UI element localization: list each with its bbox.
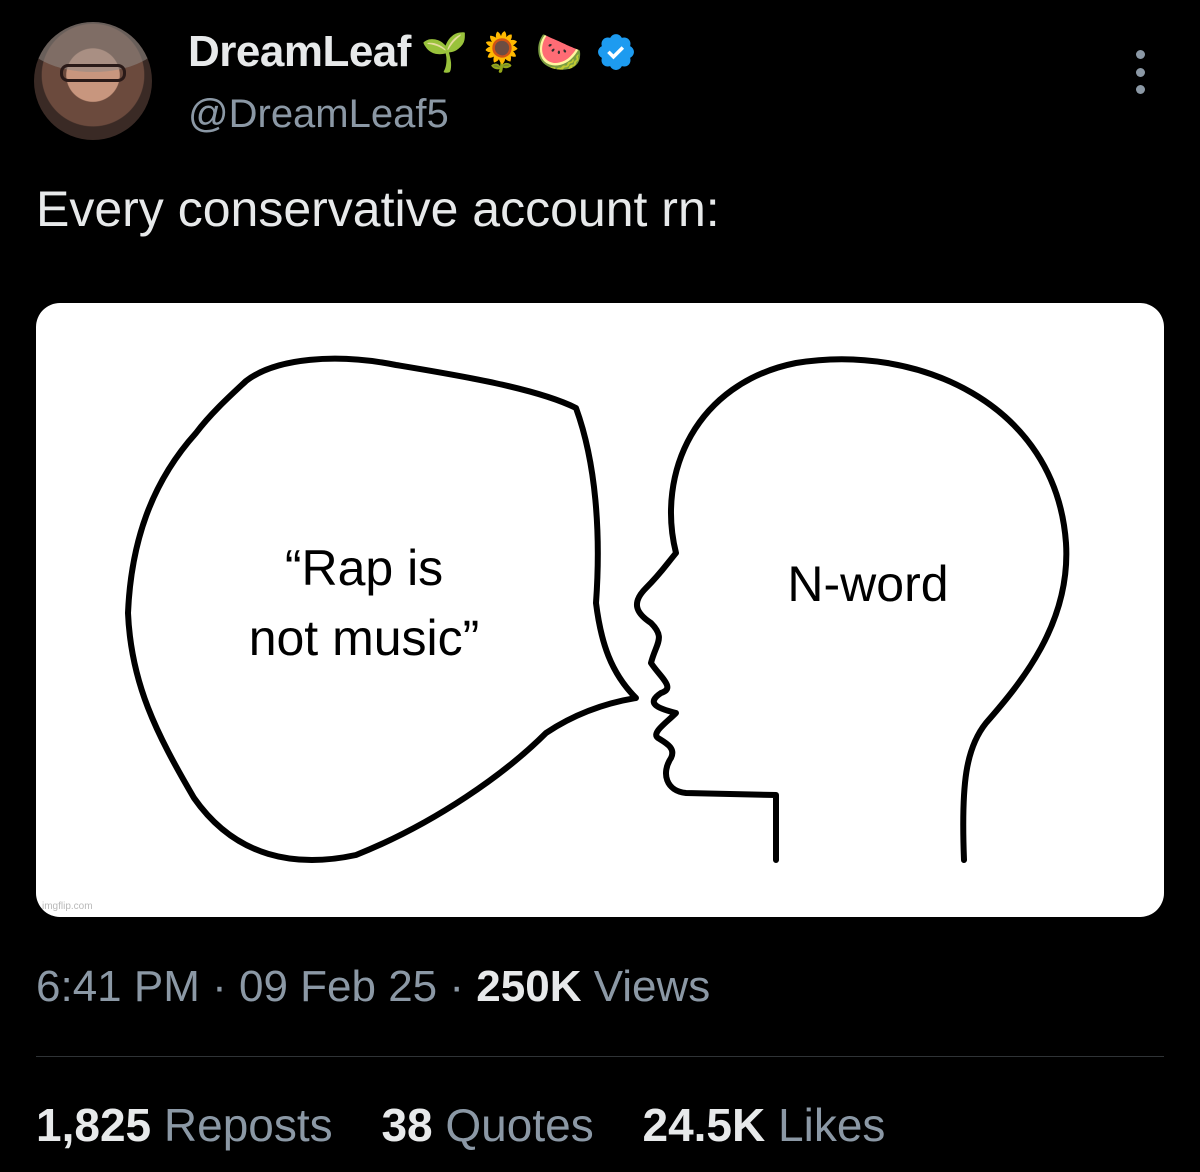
meta-separator: · — [212, 962, 227, 1011]
tweet-time[interactable]: 6:41 PM — [36, 962, 200, 1011]
verified-badge-icon[interactable] — [595, 31, 637, 73]
reposts-stat[interactable]: 1,825 Reposts — [36, 1099, 345, 1151]
quotes-label: Quotes — [445, 1099, 594, 1151]
bubble-text-line1: “Rap is — [285, 540, 443, 596]
tweet-text: Every conservative account rn: — [36, 181, 720, 237]
more-vertical-icon[interactable] — [1128, 50, 1152, 94]
likes-label: Likes — [778, 1099, 886, 1151]
avatar[interactable] — [34, 22, 152, 140]
divider — [36, 1056, 1164, 1057]
meta-separator: · — [449, 962, 465, 1011]
avatar-glasses — [60, 64, 126, 82]
author-name-row: DreamLeaf 🌱 🌻 🍉 — [188, 26, 637, 78]
sunflower-emoji: 🌻 — [478, 30, 526, 74]
likes-stat[interactable]: 24.5K Likes — [642, 1099, 885, 1151]
quotes-stat[interactable]: 38 Quotes — [381, 1099, 606, 1151]
bubble-text-line2: not music” — [249, 610, 480, 666]
more-dot — [1135, 85, 1145, 94]
reposts-label: Reposts — [163, 1099, 333, 1151]
imgflip-watermark: imgflip.com — [42, 901, 93, 912]
more-dot — [1135, 67, 1145, 77]
author-display-name[interactable]: DreamLeaf — [188, 27, 411, 77]
tweet-header: DreamLeaf 🌱 🌻 🍉 @DreamLeaf5 — [0, 0, 1200, 160]
more-dot — [1135, 50, 1145, 59]
meme-drawing: “Rap is not music” N-word — [125, 355, 1070, 863]
quotes-count: 38 — [381, 1099, 433, 1151]
likes-count: 24.5K — [642, 1099, 766, 1151]
tweet-meta: 6:41 PM · 09 Feb 25 · 250K Views — [36, 962, 710, 1012]
seedling-emoji: 🌱 — [420, 30, 469, 74]
tweet-stats: 1,825 Reposts 38 Quotes 24.5K Likes — [36, 1098, 921, 1152]
tweet-media-meme[interactable]: “Rap is not music” N-word imgflip.com — [36, 303, 1164, 917]
views-label: Views — [593, 962, 711, 1011]
tweet-date[interactable]: 09 Feb 25 — [239, 962, 437, 1011]
reposts-count: 1,825 — [36, 1099, 152, 1151]
head-text: N-word — [787, 556, 948, 612]
author-handle[interactable]: @DreamLeaf5 — [188, 92, 449, 137]
views-count: 250K — [476, 962, 582, 1011]
watermelon-emoji: 🍉 — [535, 30, 583, 74]
